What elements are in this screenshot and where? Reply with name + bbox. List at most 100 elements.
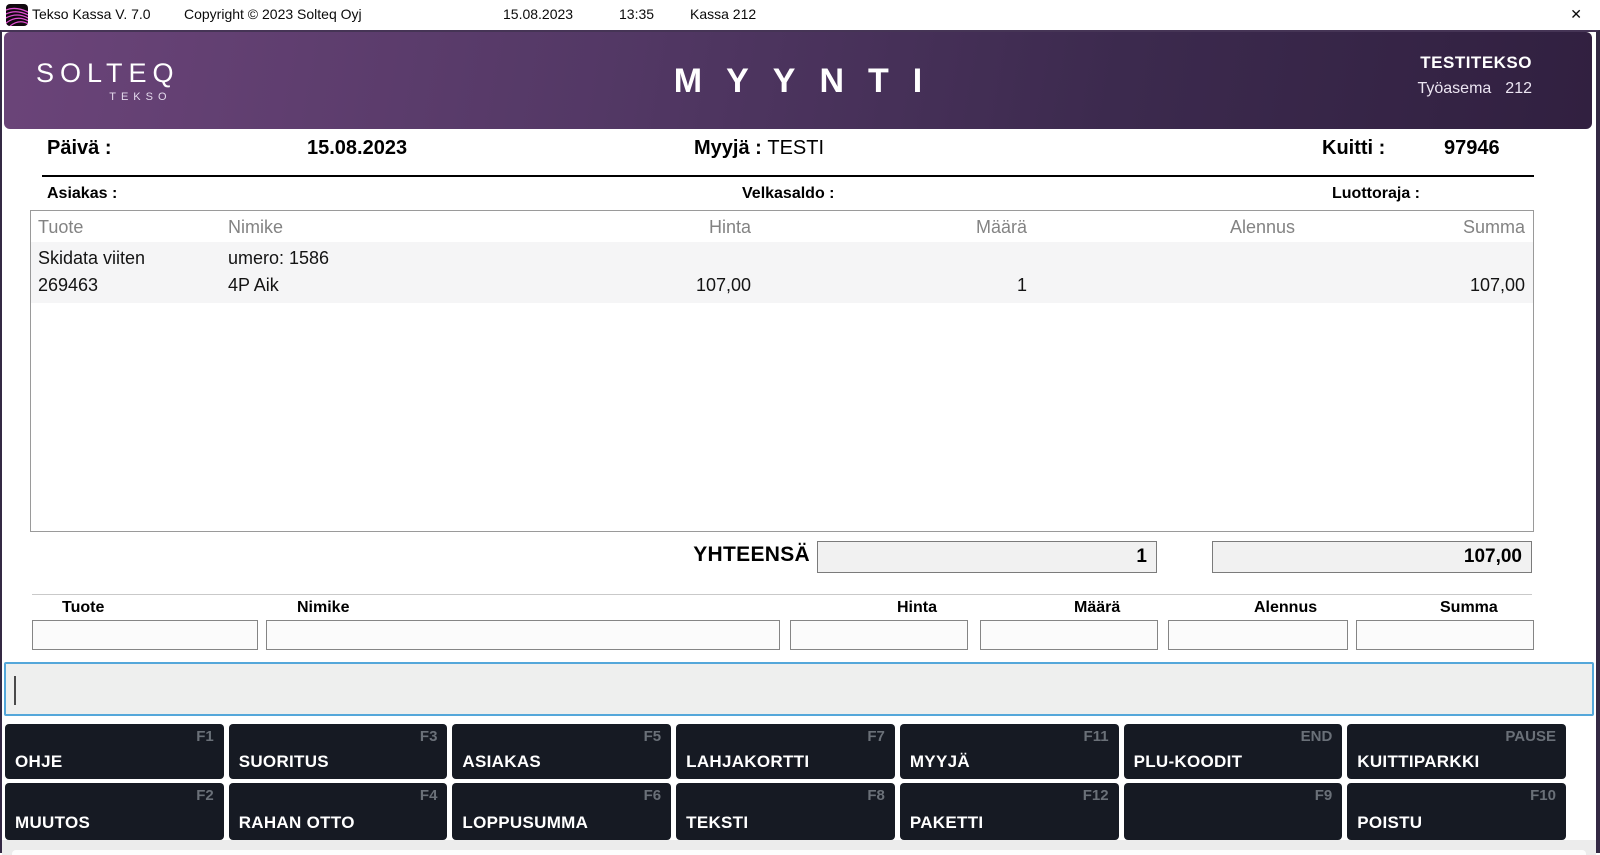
hinta-input[interactable] <box>790 620 968 650</box>
pos-window: SOLTEQ TEKSO MYYNTI TESTITEKSO Työasema2… <box>0 30 1600 853</box>
cell-maara <box>753 245 1035 272</box>
fkey-button-poistu[interactable]: POISTU F10 <box>1347 783 1566 840</box>
fkey-shortcut: F1 <box>196 728 214 745</box>
store-info: TESTITEKSO Työasema212 <box>1417 53 1532 98</box>
fkey-shortcut: F2 <box>196 787 214 804</box>
fkey-label: RAHAN OTTO <box>239 813 355 833</box>
table-row[interactable]: Skidata viiten umero: 1586 <box>31 245 1533 272</box>
fkey-button-lahjakortti[interactable]: LAHJAKORTTI F7 <box>676 724 895 779</box>
cell-alennus <box>1035 272 1297 299</box>
seller-label: Myyjä : <box>694 137 762 159</box>
fkey-shortcut: F11 <box>1084 728 1109 745</box>
fkey-button-plu-koodit[interactable]: PLU-KOODIT END <box>1124 724 1343 779</box>
col-header-nimike: Nimike <box>221 217 561 241</box>
fkey-shortcut: F4 <box>420 787 438 804</box>
function-key-row-2: MUUTOS F2 RAHAN OTTO F4 LOPPUSUMMA F6 TE… <box>5 783 1566 840</box>
maara-input[interactable] <box>980 620 1158 650</box>
alennus-input[interactable] <box>1168 620 1348 650</box>
fkey-shortcut: F7 <box>867 728 885 745</box>
fkey-shortcut: END <box>1301 728 1333 745</box>
fkey-label: OHJE <box>15 752 63 772</box>
col-header-maara: Määrä <box>753 217 1035 241</box>
cell-summa <box>1297 245 1533 272</box>
fkey-label: MUUTOS <box>15 813 90 833</box>
total-label: YHTEENSÄ <box>602 543 810 567</box>
workstation-label: Työasema <box>1417 80 1491 97</box>
credit-limit-label: Luottoraja : <box>1332 185 1420 203</box>
entry-label-maara: Määrä <box>1074 599 1120 617</box>
customer-label: Asiakas : <box>47 185 117 203</box>
sale-lines-table[interactable]: Tuote Nimike Hinta Määrä Alennus Summa S… <box>30 210 1534 532</box>
cell-tuote: 269463 <box>31 272 221 299</box>
command-input[interactable] <box>4 662 1594 716</box>
app-icon <box>6 4 28 26</box>
fkey-label: LOPPUSUMMA <box>462 813 588 833</box>
fkey-button-teksti[interactable]: TEKSTI F8 <box>676 783 895 840</box>
copyright-text: Copyright © 2023 Solteq Oyj <box>184 6 362 22</box>
divider-line <box>42 175 1534 177</box>
close-icon[interactable]: ✕ <box>1570 6 1582 23</box>
cell-summa: 107,00 <box>1297 272 1533 299</box>
entry-divider-line <box>32 594 1532 595</box>
titlebar-station: Kassa 212 <box>690 6 756 22</box>
fkey-button-suoritus[interactable]: SUORITUS F3 <box>229 724 448 779</box>
date-value: 15.08.2023 <box>307 137 407 160</box>
app-title: Tekso Kassa V. 7.0 <box>32 6 151 22</box>
fkey-button-muutos[interactable]: MUUTOS F2 <box>5 783 224 840</box>
fkey-button-f9-empty[interactable]: F9 <box>1124 783 1343 840</box>
fkey-button-asiakas[interactable]: ASIAKAS F5 <box>452 724 671 779</box>
fkey-shortcut: F12 <box>1083 787 1109 804</box>
fkey-shortcut: F9 <box>1315 787 1333 804</box>
workstation-info: Työasema 212 <box>1417 80 1532 98</box>
nimike-input[interactable] <box>266 620 780 650</box>
total-quantity-box: 1 <box>817 541 1157 573</box>
fkey-label: LAHJAKORTTI <box>686 752 809 772</box>
seller-value: TESTI <box>767 137 824 160</box>
col-header-tuote: Tuote <box>31 217 221 241</box>
page-title: MYYNTI <box>4 62 1592 101</box>
fkey-button-rahan-otto[interactable]: RAHAN OTTO F4 <box>229 783 448 840</box>
fkey-shortcut: PAUSE <box>1505 728 1556 745</box>
cell-hinta <box>561 245 753 272</box>
fkey-button-myyja[interactable]: MYYJÄ F11 <box>900 724 1119 779</box>
titlebar-time: 13:35 <box>619 6 654 22</box>
fkey-label: POISTU <box>1357 813 1422 833</box>
seller-info: Myyjä : TESTI <box>694 137 767 160</box>
text-cursor <box>14 676 16 705</box>
entry-label-nimike: Nimike <box>297 599 349 617</box>
fkey-label: ASIAKAS <box>462 752 541 772</box>
summa-input[interactable] <box>1356 620 1534 650</box>
entry-label-hinta: Hinta <box>897 599 937 617</box>
fkey-button-loppusumma[interactable]: LOPPUSUMMA F6 <box>452 783 671 840</box>
fkey-shortcut: F8 <box>867 787 885 804</box>
cell-alennus <box>1035 245 1297 272</box>
receipt-number-value: 97946 <box>1444 137 1500 160</box>
sale-header-banner: SOLTEQ TEKSO MYYNTI TESTITEKSO Työasema2… <box>4 32 1592 129</box>
entry-label-summa: Summa <box>1440 599 1498 617</box>
cell-tuote: Skidata viiten <box>31 245 221 272</box>
total-sum-box: 107,00 <box>1212 541 1532 573</box>
fkey-shortcut: F10 <box>1530 787 1556 804</box>
date-label: Päivä : <box>47 137 111 160</box>
sale-line-band[interactable]: Skidata viiten umero: 1586 269463 4P Aik… <box>31 242 1533 303</box>
table-row[interactable]: 269463 4P Aik 107,00 1 107,00 <box>31 272 1533 299</box>
fkey-button-paketti[interactable]: PAKETTI F12 <box>900 783 1119 840</box>
table-header-row: Tuote Nimike Hinta Määrä Alennus Summa <box>31 211 1533 241</box>
fkey-shortcut: F3 <box>420 728 438 745</box>
cell-maara: 1 <box>753 272 1035 299</box>
fkey-label: MYYJÄ <box>910 752 970 772</box>
fkey-button-kuittiparkki[interactable]: KUITTIPARKKI PAUSE <box>1347 724 1566 779</box>
fkey-label: PLU-KOODIT <box>1134 752 1243 772</box>
fkey-shortcut: F5 <box>644 728 662 745</box>
fkey-label: PAKETTI <box>910 813 984 833</box>
fkey-shortcut: F6 <box>644 787 662 804</box>
fkey-button-ohje[interactable]: OHJE F1 <box>5 724 224 779</box>
titlebar: Tekso Kassa V. 7.0 Copyright © 2023 Solt… <box>0 0 1600 30</box>
titlebar-date: 15.08.2023 <box>503 6 573 22</box>
tuote-input[interactable] <box>32 620 258 650</box>
fkey-label: KUITTIPARKKI <box>1357 752 1479 772</box>
workstation-number: 212 <box>1505 80 1532 97</box>
fkey-label: SUORITUS <box>239 752 329 772</box>
col-header-alennus: Alennus <box>1035 217 1297 241</box>
receipt-number-label: Kuitti : <box>1322 137 1385 160</box>
